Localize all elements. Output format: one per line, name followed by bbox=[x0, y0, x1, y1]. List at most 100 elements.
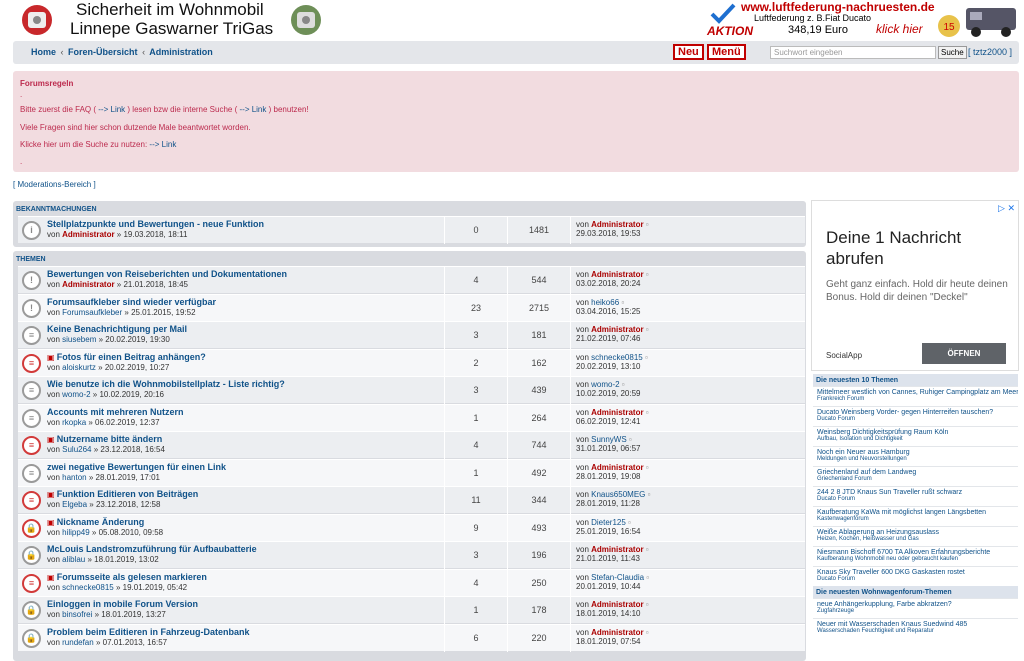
topic-author-link[interactable]: Forumsaufkleber bbox=[62, 308, 122, 317]
topic-title-link[interactable]: Problem beim Editieren in Fahrzeug-Daten… bbox=[47, 627, 250, 637]
last-post-author-link[interactable]: Administrator bbox=[591, 220, 643, 229]
topic-title-link[interactable]: McLouis Landstromzuführung für Aufbaubat… bbox=[47, 544, 257, 554]
last-post-author-link[interactable]: Administrator bbox=[591, 545, 643, 554]
last-post-author-link[interactable]: Dieter125 bbox=[591, 518, 626, 527]
sidebar-topic-item[interactable]: Griechenland auf dem Landweg Griechenland… bbox=[813, 466, 1018, 486]
sidebar-topic-item[interactable]: Weinsberg Dichtigkeitsprüfung Raum Köln A… bbox=[813, 426, 1018, 446]
sidebar-ad[interactable]: ▷ ✕ Deine 1 Nachricht abrufen Geht ganz … bbox=[811, 200, 1019, 371]
topic-author-link[interactable]: Administrator bbox=[62, 280, 114, 289]
last-post-author-link[interactable]: Stefan-Claudia bbox=[591, 573, 644, 582]
sidebar-topic-forum[interactable]: Ducato Forum bbox=[817, 496, 1014, 502]
last-post-author-link[interactable]: Knaus650MEG bbox=[591, 490, 645, 499]
view-latest-post-icon[interactable]: ▫ bbox=[644, 600, 649, 609]
sidebar-topic-title[interactable]: Kaufberatung KaWa mit möglichst langen L… bbox=[817, 509, 1014, 516]
topic-title-link[interactable]: Bewertungen von Reiseberichten und Dokum… bbox=[47, 269, 287, 279]
topic-title-link[interactable]: Nutzername bitte ändern bbox=[57, 434, 163, 444]
topic-row[interactable]: 🔒 ▣ Nickname Änderung von hilipp49 » 05.08… bbox=[18, 513, 805, 542]
topic-author-link[interactable]: hilipp49 bbox=[62, 528, 90, 537]
sidebar-topic-title[interactable]: Weiße Ablagerung an Heizungsauslass bbox=[817, 529, 1014, 536]
sidebar-topic-item[interactable]: Niesmann Bischoff 6700 TA Alkoven Erfahr… bbox=[813, 546, 1018, 566]
new-button[interactable]: Neu bbox=[673, 44, 704, 60]
topic-title-link[interactable]: Accounts mit mehreren Nutzern bbox=[47, 407, 184, 417]
view-latest-post-icon[interactable]: ▫ bbox=[627, 435, 632, 444]
view-latest-post-icon[interactable]: ▫ bbox=[644, 220, 649, 229]
view-latest-post-icon[interactable]: ▫ bbox=[643, 353, 648, 362]
sidebar-topic-title[interactable]: Weinsberg Dichtigkeitsprüfung Raum Köln bbox=[817, 429, 1014, 436]
search-link-2[interactable]: --> Link bbox=[149, 140, 176, 149]
last-post-author-link[interactable]: womo-2 bbox=[591, 380, 619, 389]
topic-title-link[interactable]: Stellplatzpunkte und Bewertungen - neue … bbox=[47, 219, 264, 229]
topic-author-link[interactable]: aloiskurtz bbox=[62, 363, 96, 372]
search-link[interactable]: --> Link bbox=[239, 105, 266, 114]
sidebar-topic-title[interactable]: neue Anhängerkupplung, Farbe abkratzen? bbox=[817, 601, 1014, 608]
view-latest-post-icon[interactable]: ▫ bbox=[626, 518, 631, 527]
sidebar-topic-title[interactable]: Neuer mit Wasserschaden Knaus Suedwind 4… bbox=[817, 621, 1014, 628]
topic-author-link[interactable]: schnecke0815 bbox=[62, 583, 114, 592]
topic-author-link[interactable]: Administrator bbox=[62, 230, 114, 239]
topic-title-link[interactable]: Fotos für einen Beitrag anhängen? bbox=[57, 352, 206, 362]
topic-author-link[interactable]: rkopka bbox=[62, 418, 86, 427]
last-post-author-link[interactable]: schnecke0815 bbox=[591, 353, 643, 362]
topic-row[interactable]: ≡ Wie benutze ich die Wohnmobilstellplatz… bbox=[18, 376, 805, 404]
view-latest-post-icon[interactable]: ▫ bbox=[644, 463, 649, 472]
sidebar-topic-item[interactable]: Kaufberatung KaWa mit möglichst langen L… bbox=[813, 506, 1018, 526]
sidebar-topic-item[interactable]: neue Anhängerkupplung, Farbe abkratzen? Z… bbox=[813, 598, 1018, 618]
last-post-author-link[interactable]: heiko66 bbox=[591, 298, 619, 307]
sidebar-topic-title[interactable]: Griechenland auf dem Landweg bbox=[817, 469, 1014, 476]
topic-title-link[interactable]: Keine Benachrichtigung per Mail bbox=[47, 324, 187, 334]
breadcrumb-administration[interactable]: Administration bbox=[149, 47, 213, 57]
ad-close-icon[interactable]: ▷ ✕ bbox=[998, 203, 1015, 214]
view-latest-post-icon[interactable]: ▫ bbox=[644, 408, 649, 417]
topic-author-link[interactable]: rundefan bbox=[62, 638, 94, 647]
sidebar-topic-title[interactable]: 244 2 8 JTD Knaus Sun Traveller rußt sch… bbox=[817, 489, 1014, 496]
view-latest-post-icon[interactable]: ▫ bbox=[619, 298, 624, 307]
topic-row[interactable]: 🔒 Problem beim Editieren in Fahrzeug-Date… bbox=[18, 623, 805, 652]
view-latest-post-icon[interactable]: ▫ bbox=[644, 545, 649, 554]
view-latest-post-icon[interactable]: ▫ bbox=[620, 380, 625, 389]
last-post-author-link[interactable]: Administrator bbox=[591, 408, 643, 417]
sidebar-topic-item[interactable]: Mittelmeer westlich von Cannes, Ruhiger … bbox=[813, 386, 1018, 406]
topic-title-link[interactable]: Einloggen in mobile Forum Version bbox=[47, 599, 198, 609]
sidebar-topic-forum[interactable]: Meldungen und Neuvorstellungen bbox=[817, 456, 1014, 462]
sidebar-topic-forum[interactable]: Kastenwagenforum bbox=[817, 516, 1014, 522]
sidebar-topic-forum[interactable]: Griechenland Forum bbox=[817, 476, 1014, 482]
last-post-author-link[interactable]: Administrator bbox=[591, 270, 643, 279]
last-post-author-link[interactable]: Administrator bbox=[591, 325, 643, 334]
view-latest-post-icon[interactable]: ▫ bbox=[644, 325, 649, 334]
sidebar-topic-forum[interactable]: Wasserschaden Feuchtigkeit und Reparatur bbox=[817, 628, 1014, 634]
topic-row[interactable]: 🔒 McLouis Landstromzuführung für Aufbauba… bbox=[18, 541, 805, 569]
faq-link[interactable]: --> Link bbox=[98, 105, 125, 114]
search-input[interactable]: Suchwort eingeben bbox=[770, 46, 936, 59]
topic-row[interactable]: ≡ ▣ Forumsseite als gelesen markieren von … bbox=[18, 568, 805, 597]
search-button[interactable]: Suche bbox=[938, 46, 967, 59]
topic-title-link[interactable]: Wie benutze ich die Wohnmobilstellplatz … bbox=[47, 379, 285, 389]
sidebar-topic-item[interactable]: Ducato Weinsberg Vorder- gegen Hinterrei… bbox=[813, 406, 1018, 426]
gas-detector-green-icon[interactable] bbox=[284, 3, 328, 37]
sidebar-topic-forum[interactable]: Zugfahrzeuge bbox=[817, 608, 1014, 614]
sidebar-topic-title[interactable]: Knaus Sky Traveller 600 DKG Gaskasten ro… bbox=[817, 569, 1014, 576]
topic-row[interactable]: ! Bewertungen von Reiseberichten und Doku… bbox=[18, 266, 805, 294]
sidebar-topic-item[interactable]: 244 2 8 JTD Knaus Sun Traveller rußt sch… bbox=[813, 486, 1018, 506]
sidebar-topic-item[interactable]: Weiße Ablagerung an Heizungsauslass Heize… bbox=[813, 526, 1018, 546]
topic-title-link[interactable]: Forumsaufkleber sind wieder verfügbar bbox=[47, 297, 216, 307]
sidebar-topic-title[interactable]: Niesmann Bischoff 6700 TA Alkoven Erfahr… bbox=[817, 549, 1014, 556]
topic-row[interactable]: ≡ ▣ Funktion Editieren von Beiträgen von E… bbox=[18, 486, 805, 514]
topic-title-link[interactable]: Nickname Änderung bbox=[57, 517, 145, 527]
topic-row[interactable]: ≡ zwei negative Bewertungen für einen Lin… bbox=[18, 458, 805, 487]
menu-button[interactable]: Menü bbox=[707, 44, 746, 60]
topic-row[interactable]: ≡ ▣ Fotos für einen Beitrag anhängen? von … bbox=[18, 348, 805, 377]
topic-author-link[interactable]: siusebem bbox=[62, 335, 96, 344]
topic-title-link[interactable]: Forumsseite als gelesen markieren bbox=[57, 572, 207, 582]
topic-row[interactable]: ≡ ▣ Nutzername bitte ändern von Sulu264 » … bbox=[18, 431, 805, 459]
moderation-link[interactable]: [ Moderations-Bereich ] bbox=[13, 180, 96, 189]
topic-row[interactable]: i Stellplatzpunkte und Bewertungen - neue… bbox=[18, 216, 805, 244]
sidebar-topic-item[interactable]: Neuer mit Wasserschaden Knaus Suedwind 4… bbox=[813, 618, 1018, 638]
header-ad-banner[interactable]: www.luftfederung-nachruesten.de Luftfede… bbox=[705, 0, 1021, 40]
topic-author-link[interactable]: Elgeba bbox=[62, 500, 87, 509]
topic-author-link[interactable]: aliblau bbox=[62, 555, 85, 564]
breadcrumb-home[interactable]: Home bbox=[31, 47, 56, 57]
topic-title-link[interactable]: Funktion Editieren von Beiträgen bbox=[57, 489, 199, 499]
last-post-author-link[interactable]: SunnyWS bbox=[591, 435, 627, 444]
topic-row[interactable]: 🔒 Einloggen in mobile Forum Version von bi… bbox=[18, 596, 805, 624]
topic-row[interactable]: ≡ Accounts mit mehreren Nutzern von rkopka… bbox=[18, 403, 805, 432]
